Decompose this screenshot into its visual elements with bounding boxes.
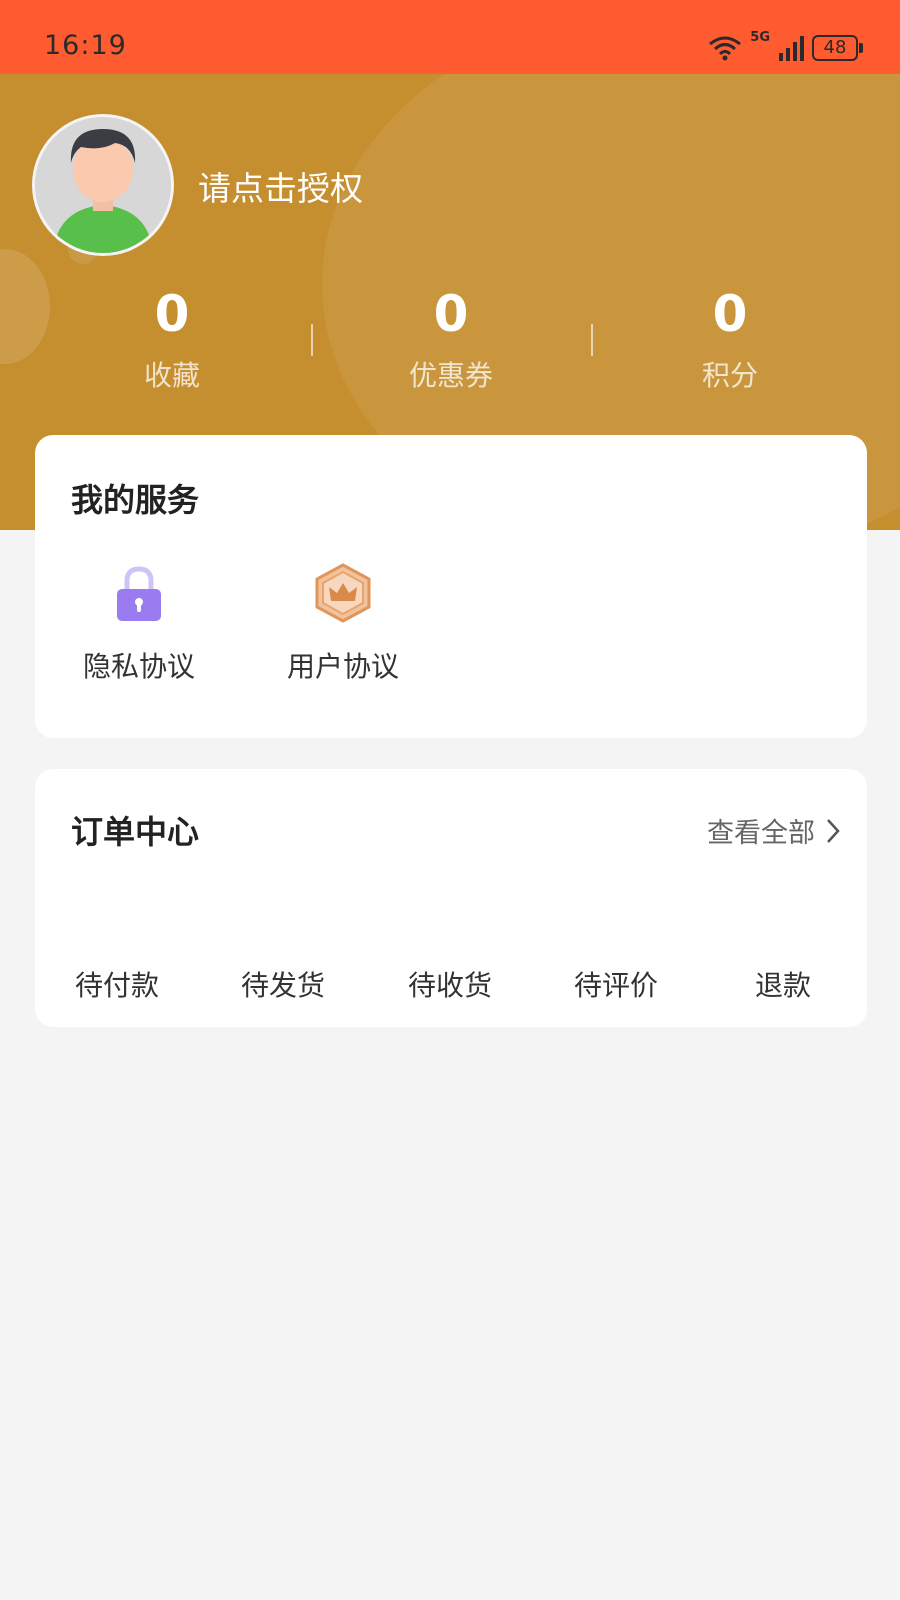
order-tab-pending-review[interactable]: 待评价 (551, 964, 681, 1004)
stat-value: 0 (712, 285, 748, 343)
stat-label: 积分 (701, 359, 758, 392)
battery-level: 48 (823, 37, 847, 58)
network-type-label: 5G (750, 30, 770, 45)
default-avatar-icon (35, 117, 171, 253)
avatar[interactable] (32, 114, 174, 256)
order-center-card: 订单中心 查看全部 待付款 待发货 待收货 待评价 退款 (35, 769, 867, 1027)
services-card: 我的服务 隐私协议 用户协议 (35, 435, 867, 738)
user-agreement-item[interactable]: 用户协议 (268, 563, 418, 685)
signal-icon (779, 36, 804, 61)
order-tab-pending-receipt[interactable]: 待收货 (385, 964, 515, 1004)
status-time: 16:19 (44, 30, 127, 61)
service-label: 隐私协议 (82, 650, 195, 683)
chevron-right-icon (827, 818, 840, 843)
stat-divider (591, 324, 593, 356)
stat-label: 收藏 (143, 359, 200, 392)
order-tab-pending-shipment[interactable]: 待发货 (218, 964, 348, 1004)
view-all-label: 查看全部 (707, 818, 815, 849)
stat-value: 0 (433, 285, 469, 343)
service-label: 用户协议 (286, 650, 399, 683)
privacy-policy-item[interactable]: 隐私协议 (64, 563, 214, 685)
order-center-title: 订单中心 (71, 813, 200, 851)
stat-favorites[interactable]: 0 收藏 (62, 284, 282, 394)
wifi-icon (709, 36, 742, 61)
battery-indicator: 48 (812, 35, 863, 61)
stat-points[interactable]: 0 积分 (620, 284, 840, 394)
lock-icon (117, 566, 161, 621)
stat-value: 0 (154, 285, 190, 343)
authorize-login-text[interactable]: 请点击授权 (198, 162, 363, 210)
crown-badge-icon (315, 563, 371, 623)
order-tab-pending-payment[interactable]: 待付款 (52, 964, 182, 1004)
services-title: 我的服务 (71, 481, 200, 519)
stat-label: 优惠券 (408, 359, 493, 392)
order-tab-refund[interactable]: 退款 (718, 964, 848, 1004)
status-bar: 16:19 5G 48 (0, 0, 900, 74)
stat-coupons[interactable]: 0 优惠券 (341, 284, 561, 394)
view-all-orders-link[interactable]: 查看全部 (707, 811, 841, 850)
status-indicators: 5G 48 (708, 30, 863, 64)
stat-divider (311, 324, 313, 356)
decorative-circle (0, 249, 50, 364)
